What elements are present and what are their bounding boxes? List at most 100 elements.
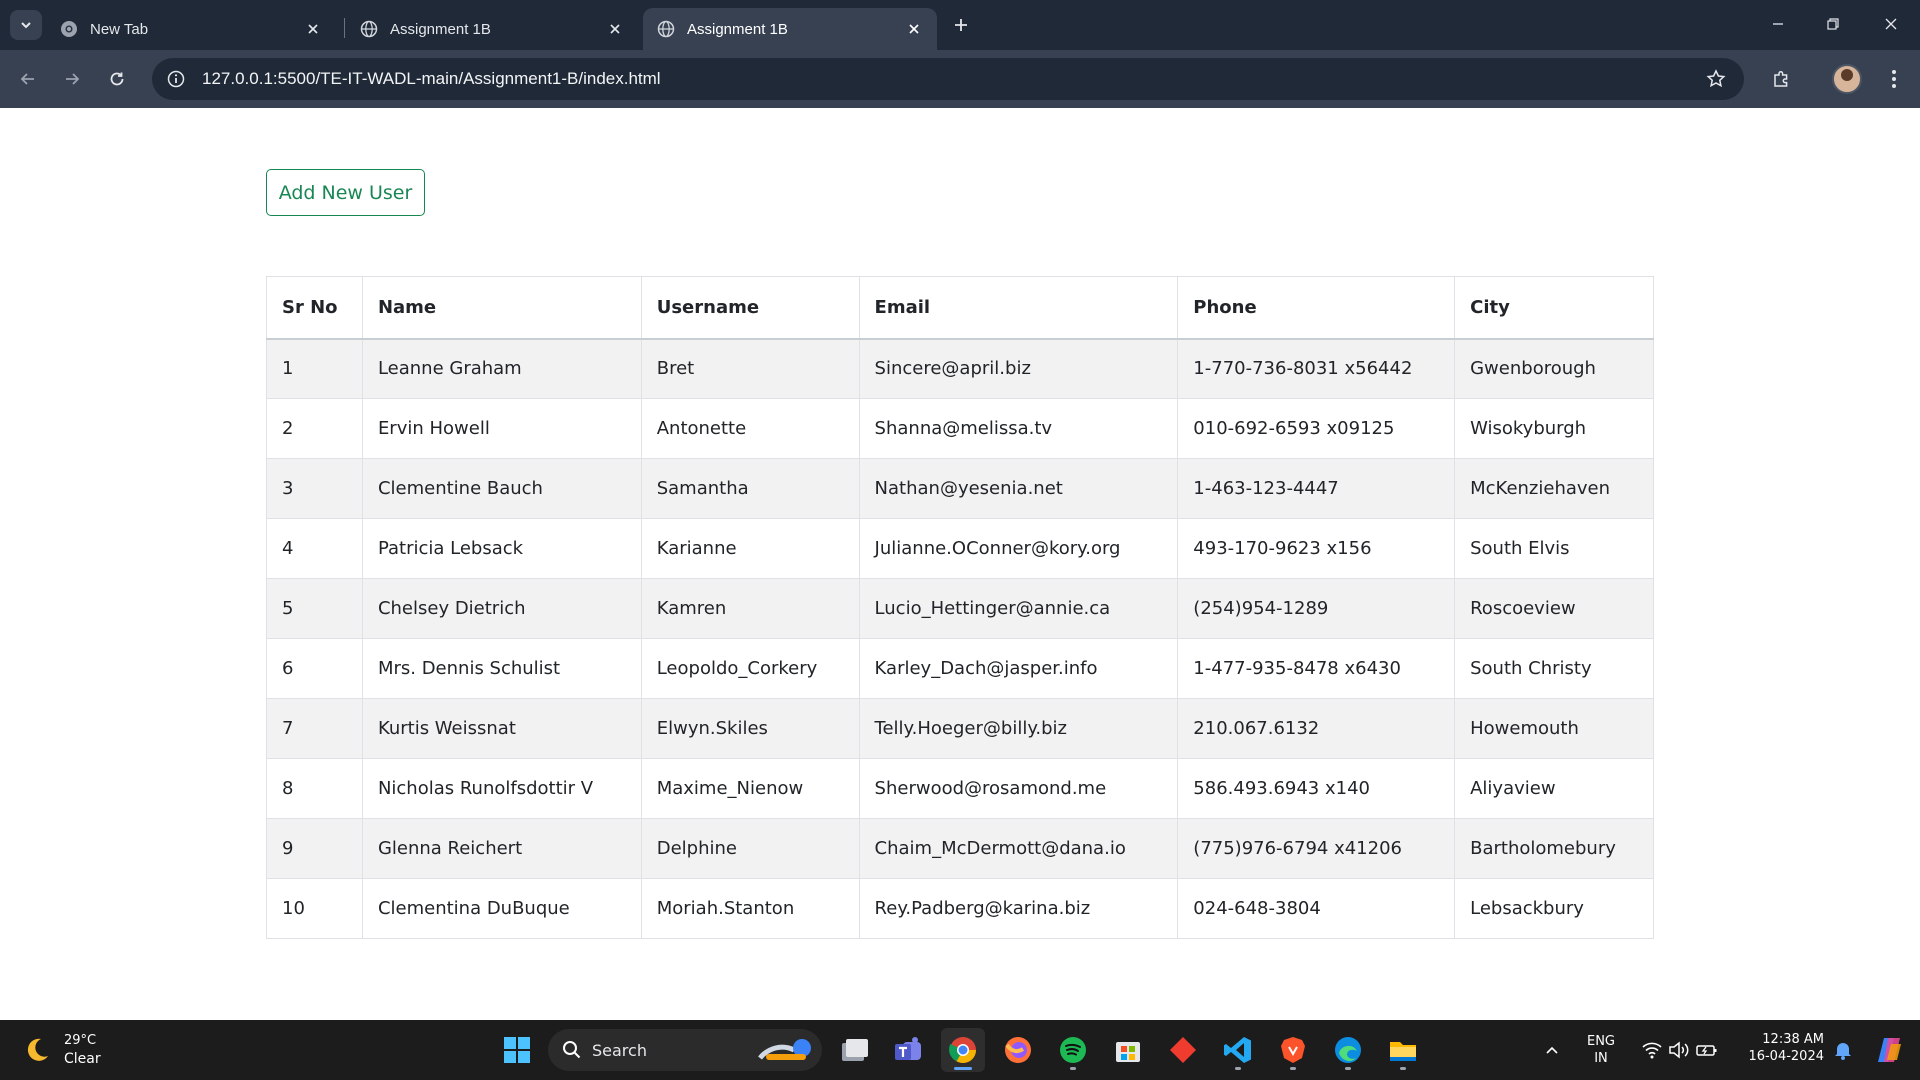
tab-search-button[interactable] xyxy=(10,10,42,40)
column-header-city: City xyxy=(1454,276,1654,340)
cell-username: Delphine xyxy=(640,818,860,879)
table-header-row: Sr No Name Username Email Phone City xyxy=(266,276,1654,340)
browser-menu-button[interactable] xyxy=(1879,64,1909,94)
cell-phone: 210.067.6132 xyxy=(1177,698,1456,759)
cell-city: Gwenborough xyxy=(1454,338,1654,399)
new-tab-button[interactable] xyxy=(948,12,974,38)
close-icon[interactable] xyxy=(606,20,624,38)
cell-phone: 024-648-3804 xyxy=(1177,878,1456,939)
url-text[interactable]: 127.0.0.1:5500/TE-IT-WADL-main/Assignmen… xyxy=(202,69,1702,89)
cell-sr-no: 5 xyxy=(266,578,363,639)
language-indicator[interactable]: ENG IN xyxy=(1576,1033,1626,1067)
back-button[interactable] xyxy=(13,64,43,94)
vscode-icon xyxy=(1224,1037,1251,1063)
table-row: 4 Patricia Lebsack Karianne Julianne.OCo… xyxy=(266,518,1654,579)
chrome-taskbar-button[interactable] xyxy=(941,1028,985,1072)
cell-username: Maxime_Nienow xyxy=(640,758,860,819)
table-row: 10 Clementina DuBuque Moriah.Stanton Rey… xyxy=(266,878,1654,939)
spotify-button[interactable] xyxy=(1051,1028,1095,1072)
teams-button[interactable] xyxy=(886,1028,930,1072)
firefox-button[interactable] xyxy=(996,1028,1040,1072)
cell-city: South Christy xyxy=(1454,638,1654,699)
running-indicator xyxy=(1345,1067,1351,1070)
cell-phone: 1-463-123-4447 xyxy=(1177,458,1456,519)
running-indicator xyxy=(1070,1067,1076,1070)
close-icon xyxy=(1885,18,1897,30)
arrow-right-icon xyxy=(66,73,80,85)
notifications-button[interactable] xyxy=(1825,1028,1861,1072)
site-info-icon[interactable] xyxy=(164,67,188,91)
task-view-button[interactable] xyxy=(833,1028,877,1072)
cell-name: Mrs. Dennis Schulist xyxy=(361,638,642,699)
close-window-button[interactable] xyxy=(1871,10,1911,38)
cell-username: Bret xyxy=(640,338,860,399)
file-explorer-button[interactable] xyxy=(1381,1028,1425,1072)
taskbar-search[interactable]: Search xyxy=(548,1029,822,1071)
show-hidden-icons-button[interactable] xyxy=(1530,1028,1574,1072)
users-table: Sr No Name Username Email Phone City 1 L… xyxy=(266,276,1654,939)
tab-new-tab[interactable]: New Tab xyxy=(46,8,336,50)
cell-city: McKenziehaven xyxy=(1454,458,1654,519)
volume-icon xyxy=(1669,1041,1689,1059)
table-row: 9 Glenna Reichert Delphine Chaim_McDermo… xyxy=(266,818,1654,879)
clock-time: 12:38 AM xyxy=(1762,1032,1824,1047)
cell-city: Aliyaview xyxy=(1454,758,1654,819)
address-bar[interactable]: 127.0.0.1:5500/TE-IT-WADL-main/Assignmen… xyxy=(152,58,1744,100)
wifi-icon xyxy=(1642,1042,1662,1059)
cell-email: Lucio_Hettinger@annie.ca xyxy=(858,578,1179,639)
cell-name: Kurtis Weissnat xyxy=(361,698,642,759)
add-new-user-button[interactable]: Add New User xyxy=(266,169,425,216)
chevron-down-icon xyxy=(21,22,31,29)
weather-widget[interactable]: 29°C Clear xyxy=(22,1028,101,1072)
page-content: Add New User Sr No Name Username Email P… xyxy=(0,108,1920,1020)
close-icon[interactable] xyxy=(905,20,923,38)
tab-assignment-1b[interactable]: Assignment 1B xyxy=(346,8,638,50)
cell-email: Telly.Hoeger@billy.biz xyxy=(858,698,1179,759)
start-button[interactable] xyxy=(495,1028,539,1072)
minimize-button[interactable] xyxy=(1758,10,1798,38)
firefox-icon xyxy=(1005,1037,1031,1063)
edge-button[interactable] xyxy=(1326,1028,1370,1072)
cell-phone: 1-477-935-8478 x6430 xyxy=(1177,638,1456,699)
cell-username: Elwyn.Skiles xyxy=(640,698,860,759)
profile-button[interactable] xyxy=(1832,64,1862,94)
bookmark-star-icon[interactable] xyxy=(1702,65,1730,93)
column-header-sr-no: Sr No xyxy=(266,276,363,340)
chrome-icon xyxy=(949,1037,977,1064)
cell-name: Nicholas Runolfsdottir V xyxy=(361,758,642,819)
running-indicator xyxy=(1235,1067,1241,1070)
taskbar: 29°C Clear Search ENG IN 12:38 AM 16-04-… xyxy=(0,1020,1920,1080)
cell-name: Chelsey Dietrich xyxy=(361,578,642,639)
table-row: 6 Mrs. Dennis Schulist Leopoldo_Corkery … xyxy=(266,638,1654,699)
extensions-button[interactable] xyxy=(1766,64,1796,94)
globe-icon xyxy=(657,20,675,38)
region-code: IN xyxy=(1594,1051,1608,1066)
task-view-icon xyxy=(842,1039,868,1061)
column-header-name: Name xyxy=(361,276,642,340)
git-button[interactable] xyxy=(1161,1028,1205,1072)
plus-icon xyxy=(955,19,967,31)
restore-button[interactable] xyxy=(1813,10,1853,38)
copilot-button[interactable] xyxy=(1868,1028,1912,1072)
vscode-button[interactable] xyxy=(1216,1028,1260,1072)
cell-name: Glenna Reichert xyxy=(361,818,642,879)
cell-sr-no: 8 xyxy=(266,758,363,819)
quick-settings-button[interactable] xyxy=(1640,1028,1720,1072)
cell-name: Leanne Graham xyxy=(361,338,642,399)
table-row: 8 Nicholas Runolfsdottir V Maxime_Nienow… xyxy=(266,758,1654,819)
chevron-up-icon xyxy=(1546,1046,1558,1054)
store-button[interactable] xyxy=(1106,1028,1150,1072)
forward-button[interactable] xyxy=(57,64,87,94)
clock[interactable]: 12:38 AM 16-04-2024 xyxy=(1738,1031,1824,1065)
avatar xyxy=(1832,64,1862,94)
reload-button[interactable] xyxy=(102,64,132,94)
cell-email: Nathan@yesenia.net xyxy=(858,458,1179,519)
browser-toolbar: 127.0.0.1:5500/TE-IT-WADL-main/Assignmen… xyxy=(0,50,1920,108)
cell-username: Moriah.Stanton xyxy=(640,878,860,939)
cell-username: Samantha xyxy=(640,458,860,519)
tab-assignment-1b-active[interactable]: Assignment 1B xyxy=(643,8,937,50)
brave-button[interactable] xyxy=(1271,1028,1315,1072)
table-row: 5 Chelsey Dietrich Kamren Lucio_Hettinge… xyxy=(266,578,1654,639)
close-icon[interactable] xyxy=(304,20,322,38)
cell-city: Roscoeview xyxy=(1454,578,1654,639)
